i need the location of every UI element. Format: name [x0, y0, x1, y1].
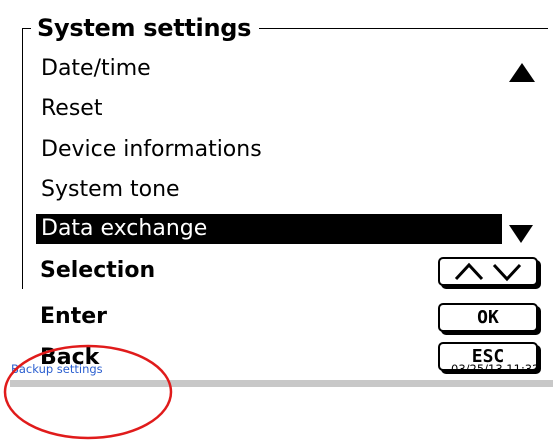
scroll-up-icon[interactable]: [509, 63, 535, 82]
selection-label: Selection: [40, 258, 156, 283]
up-down-arrows-icon: [454, 262, 522, 282]
enter-label: Enter: [40, 304, 107, 329]
menu-item-date-time[interactable]: Date/time: [41, 54, 151, 84]
status-bar: [10, 380, 553, 387]
scroll-down-icon[interactable]: [509, 225, 533, 243]
panel-title: System settings: [31, 14, 260, 42]
status-message: Backup settings: [11, 362, 103, 376]
ok-button[interactable]: OK: [438, 303, 538, 332]
menu-item-device-informations[interactable]: Device informations: [41, 135, 262, 165]
menu-item-data-exchange[interactable]: Data exchange: [36, 214, 502, 244]
menu-item-system-tone[interactable]: System tone: [41, 175, 180, 205]
menu-item-reset[interactable]: Reset: [41, 94, 102, 124]
status-datetime: 03/25/13 11:32: [451, 362, 540, 376]
up-down-arrows-button[interactable]: [438, 257, 538, 286]
